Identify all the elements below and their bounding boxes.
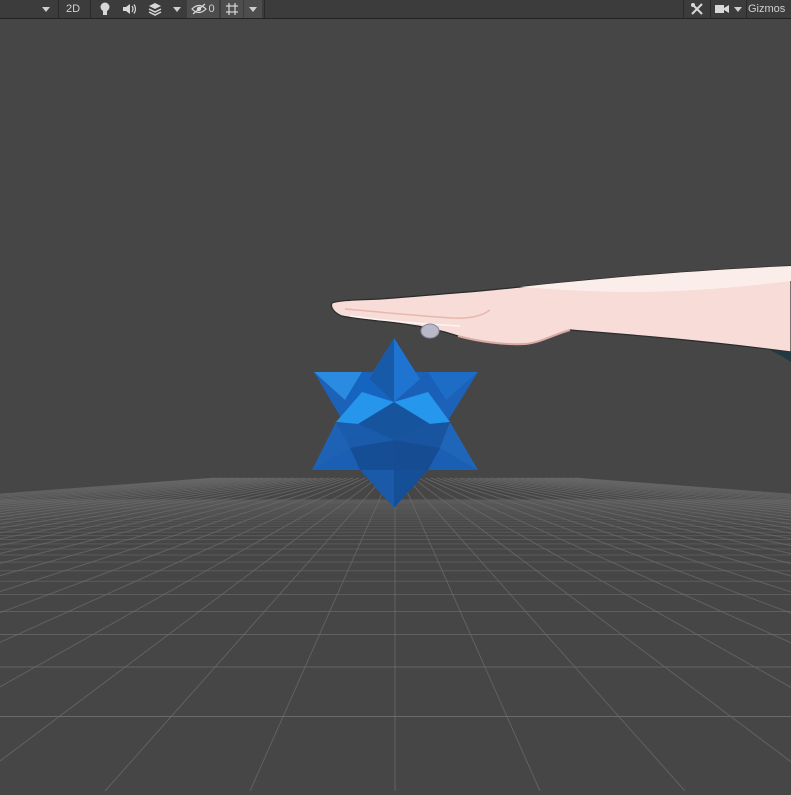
effects-dropdown[interactable]	[168, 0, 186, 18]
toggle-2d-button[interactable]: 2D	[61, 0, 85, 18]
effects-layers-icon	[148, 3, 162, 16]
thumb-nail	[420, 323, 440, 339]
dropdown-arrow-icon[interactable]	[36, 0, 56, 18]
hidden-count: 0	[208, 3, 215, 15]
toolbar-separator	[58, 0, 59, 18]
toggle-2d-label: 2D	[65, 3, 81, 15]
lighting-toggle-button[interactable]	[94, 0, 116, 18]
gizmos-button[interactable]: Gizmos	[748, 0, 791, 18]
toolbar-separator	[683, 0, 684, 18]
grid-toggle-button[interactable]	[221, 0, 243, 18]
dropdown-arrow-icon	[734, 6, 742, 12]
scene-toolbar: 2D 0 Gizmos	[0, 0, 791, 19]
scene-view[interactable]	[0, 0, 791, 792]
scene-canvas[interactable]	[0, 0, 791, 792]
tools-button[interactable]	[686, 0, 708, 18]
toolbar-separator	[746, 0, 747, 18]
effects-toggle-button[interactable]	[144, 0, 166, 18]
dropdown-arrow-icon	[173, 6, 181, 12]
scene-visibility-button[interactable]: 0	[187, 0, 219, 18]
gizmos-label: Gizmos	[748, 3, 786, 15]
audio-speaker-icon	[123, 4, 137, 14]
toolbar-separator	[90, 0, 91, 18]
toolbar-separator	[264, 0, 265, 18]
grid-dropdown[interactable]	[244, 0, 262, 18]
lighting-bulb-icon	[100, 2, 110, 15]
camera-icon	[715, 5, 729, 13]
toolbar-separator	[710, 0, 711, 18]
grid-icon	[226, 3, 238, 15]
camera-dropdown[interactable]	[731, 0, 745, 18]
dropdown-arrow-icon	[249, 6, 257, 12]
scene-visibility-icon	[191, 3, 208, 15]
tools-icon	[691, 3, 703, 15]
camera-button[interactable]	[713, 0, 731, 18]
audio-toggle-button[interactable]	[118, 0, 142, 18]
